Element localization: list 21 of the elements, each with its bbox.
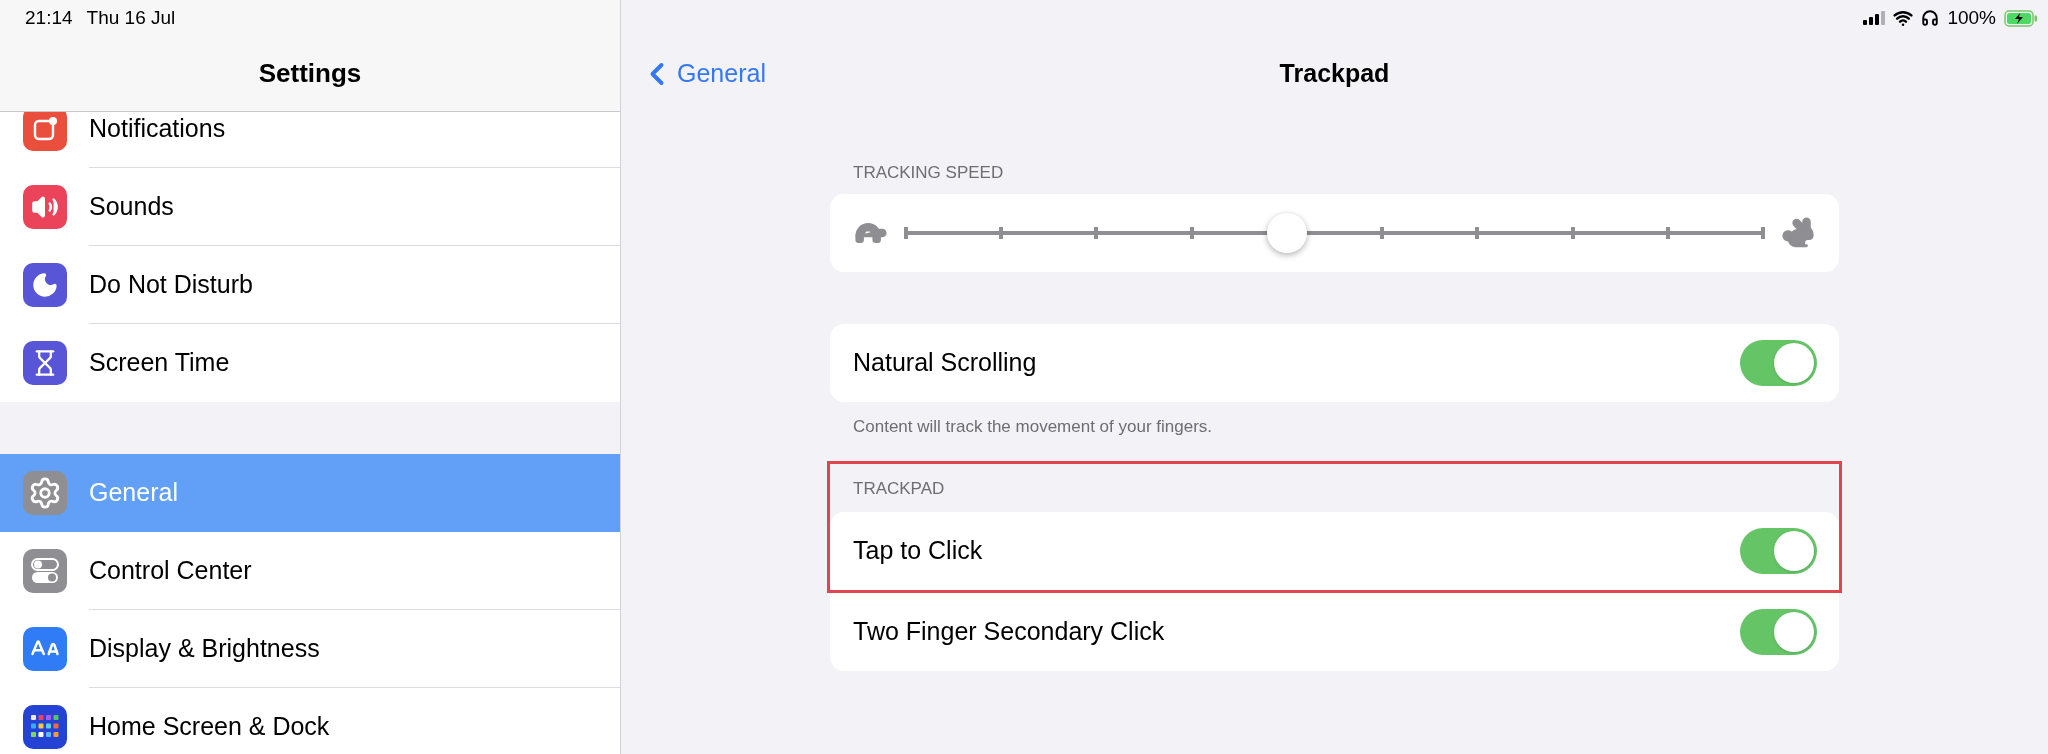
wifi-icon [1893, 8, 1914, 28]
tracking-speed-slider[interactable] [906, 212, 1763, 253]
setting-label: Two Finger Secondary Click [853, 615, 1166, 647]
rabbit-icon [1781, 215, 1815, 250]
toggle-switch[interactable] [1740, 608, 1817, 655]
toggle-switch[interactable] [1740, 527, 1817, 574]
toggle-switch[interactable] [1740, 339, 1817, 386]
sidebar-title: Settings [258, 57, 362, 90]
page-title: Trackpad [1279, 58, 1390, 90]
status-time: 21:14 [25, 5, 73, 30]
signal-icon [1863, 11, 1886, 25]
setting-label: Tap to Click [853, 534, 984, 566]
headphones-icon [1921, 9, 1940, 27]
battery-charging-icon [2004, 9, 2038, 27]
section-footer: Content will track the movement of your fingers. [853, 413, 1839, 439]
battery-percent: 100% [1947, 5, 1996, 30]
status-date: Thu 16 Jul [86, 5, 176, 30]
section-header: TRACKPAD [853, 478, 946, 500]
setting-label: Natural Scrolling [853, 346, 1038, 378]
section-header: TRACKING SPEED [853, 162, 1005, 184]
back-button[interactable]: General [639, 55, 766, 93]
